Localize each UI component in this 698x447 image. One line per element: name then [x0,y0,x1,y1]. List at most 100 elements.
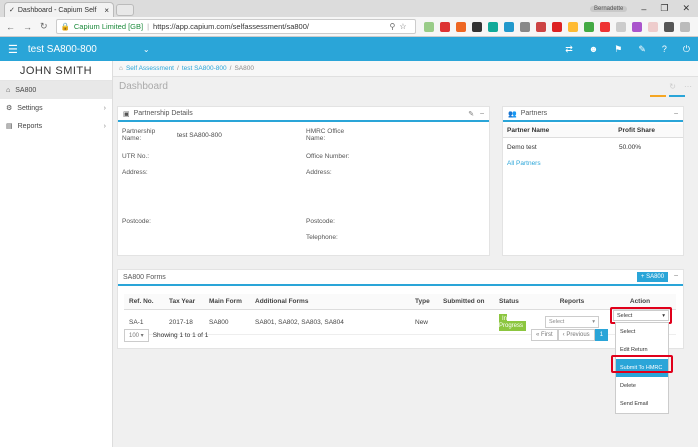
extension-icon[interactable] [455,21,466,32]
partners-panel: 👥 Partners – Partner Name Profit Share D… [502,106,684,256]
address-bar-row: ← → ↻ 🔒 Capium Limited [GB] | https://ap… [0,17,698,37]
profile-button[interactable]: Bernadette [590,5,628,12]
extension-icon[interactable] [551,21,562,32]
submitted-on [438,309,494,335]
help-icon[interactable]: ? [662,44,667,55]
reports-select[interactable]: Select ▾ [545,316,599,328]
user-name: JOHN SMITH [0,61,112,81]
hamburger-menu-icon[interactable]: ☰ [8,43,18,56]
new-tab-button[interactable] [116,4,134,16]
menu-item-delete[interactable]: Delete [616,377,668,395]
action-select[interactable]: Select ▾ [613,310,669,321]
collapse-icon[interactable]: – [674,272,678,282]
tab-favicon-icon: ✓ [9,7,15,14]
header-icons: ⇄ ☻ ⚑ ✎ ? ⏻ [565,44,690,55]
collapse-icon[interactable]: – [480,110,484,118]
secure-label: Capium Limited [GB] [73,22,144,31]
client-title: test SA800-800 [27,43,97,55]
column-header: Partner Name [507,127,550,134]
close-window-icon[interactable]: ✕ [682,3,690,14]
sidebar-item-label: SA800 [15,86,37,94]
extension-icon[interactable] [503,21,514,32]
minimize-icon[interactable]: – [641,4,646,14]
document-icon: ▤ [6,123,13,130]
menu-item-select[interactable]: Select [616,323,668,341]
page-number-button[interactable]: 1 [594,329,609,341]
url-field[interactable]: 🔒 Capium Limited [GB] | https://app.capi… [55,19,416,34]
edit-icon[interactable]: ✎ [468,110,474,118]
extension-icon[interactable] [647,21,658,32]
all-partners-link[interactable]: All Partners [507,160,541,167]
extension-icon[interactable] [567,21,578,32]
column-header: Status [494,294,540,310]
extensions-bar: ⋮ [423,21,698,32]
extension-icon[interactable] [471,21,482,32]
extension-icon[interactable] [599,21,610,32]
tab-close-icon[interactable]: × [104,6,109,15]
announcement-icon[interactable]: ⚑ [614,44,622,55]
page-size-select[interactable]: 100 ▾ [124,329,149,342]
breadcrumb-home[interactable]: Self Assessment [126,65,174,72]
hmrc-address-label: Address: [306,169,332,176]
forward-icon[interactable]: → [23,22,32,32]
home-icon: ⌂ [119,65,123,72]
chevron-down-icon: ▾ [592,319,595,325]
switch-icon[interactable]: ⇄ [565,44,573,55]
lock-icon: 🔒 [60,22,70,31]
breadcrumb-current: SA800 [234,65,254,72]
partners-table-header: Partner Name Profit Share [503,124,683,138]
settings-icon[interactable]: ✎ [638,44,646,55]
column-header: Tax Year [164,294,204,310]
partnership-name-label: Partnership Name: [122,128,156,142]
column-header: Ref. No. [124,294,164,310]
sidebar-item-reports[interactable]: ▤ Reports › [0,117,112,135]
id-card-icon: ▣ [123,110,130,118]
extension-icon[interactable] [615,21,626,32]
extension-icon[interactable] [679,21,690,32]
table-header-row: Ref. No. Tax Year Main Form Additional F… [124,294,676,310]
gear-icon: ⚙ [6,105,13,112]
panel-title: Partnership Details [133,110,193,117]
status-badge: In Progress [499,314,527,331]
extension-icon[interactable] [487,21,498,32]
back-icon[interactable]: ← [6,22,15,32]
sidebar-item-settings[interactable]: ⚙ Settings › [0,99,112,117]
breadcrumb-entity[interactable]: test SA800-800 [182,65,227,72]
support-icon[interactable]: ☻ [589,44,598,55]
partner-share: 50.00% [618,143,641,151]
main-form: SA800 [204,309,250,335]
extension-icon[interactable] [519,21,530,32]
collapse-icon[interactable]: – [674,110,678,117]
column-header: Main Form [204,294,250,310]
home-icon: ⌂ [6,86,11,94]
extension-icon[interactable] [535,21,546,32]
chevron-down-icon[interactable]: ⌄ [143,45,150,54]
power-icon[interactable]: ⏻ [683,44,690,55]
maximize-icon[interactable]: ❐ [660,3,668,14]
refresh-icon[interactable]: ↻ [669,82,676,91]
sidebar-item-sa800[interactable]: ⌂ SA800 [0,81,112,99]
extension-icon[interactable] [423,21,434,32]
page-title: Dashboard [119,80,168,92]
telephone-label: Telephone: [306,234,338,241]
partnership-details-panel: ▣ Partnership Details ✎ – Partnership Na… [117,106,490,256]
extension-icon[interactable] [631,21,642,32]
window-controls: Bernadette – ❐ ✕ [590,0,698,17]
first-page-button[interactable]: « First [531,329,558,341]
extension-icon[interactable] [439,21,450,32]
more-icon[interactable]: ⋯ [684,82,692,91]
menu-item-send-email[interactable]: Send Email [616,395,668,413]
users-icon: 👥 [508,110,517,118]
extension-icon[interactable] [663,21,674,32]
add-sa800-button[interactable]: + SA800 [636,272,669,282]
reload-icon[interactable]: ↻ [40,21,48,32]
page-title-bar: Dashboard ↻ ⋯ [113,77,698,95]
zoom-star-icons[interactable]: ⚲☆ [390,22,411,31]
extension-icon[interactable] [583,21,594,32]
column-header: Reports [540,294,604,310]
browser-tab[interactable]: ✓ Dashboard - Capium Self × [4,2,114,17]
previous-page-button[interactable]: ‹ Previous [557,329,595,341]
showing-text: Showing 1 to 1 of 1 [152,332,209,339]
column-header: Additional Forms [250,294,410,310]
column-header: Submitted on [438,294,494,310]
